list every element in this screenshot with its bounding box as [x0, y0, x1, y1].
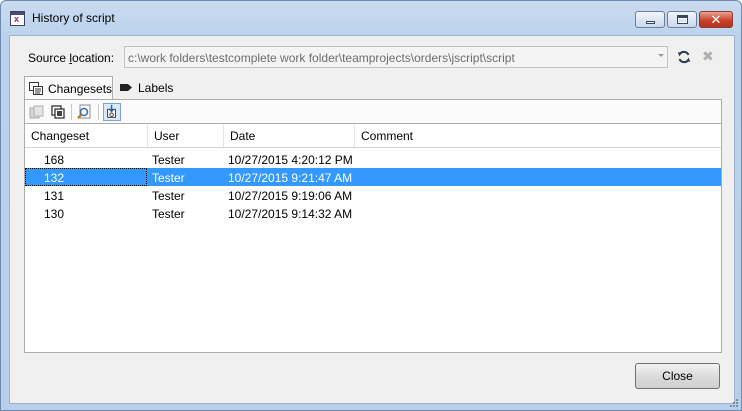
tab-changesets[interactable]: Changesets: [24, 76, 113, 100]
changesets-icon: [29, 82, 43, 95]
close-button[interactable]: Close: [635, 363, 720, 389]
cell-user: Tester: [152, 153, 185, 167]
source-location-value: c:\work folders\testcomplete work folder…: [128, 51, 515, 65]
table-row[interactable]: 131 Tester 10/27/2015 9:19:06 AM: [25, 186, 721, 204]
dialog-client-area: Source location: c:\work folders\testcom…: [9, 35, 735, 404]
clear-icon[interactable]: ✖: [702, 49, 714, 63]
app-icon: [10, 11, 25, 26]
tab-labels-label: Labels: [138, 81, 174, 95]
refresh-icon[interactable]: [677, 50, 691, 64]
close-icon: ✕: [710, 12, 722, 27]
maximize-button[interactable]: [667, 11, 697, 28]
history-dialog: History of script ✕ Source location: c:\…: [0, 0, 742, 411]
compare-icon[interactable]: [28, 103, 46, 121]
cell-changeset: 168: [44, 153, 65, 167]
cell-user: Tester: [152, 189, 185, 203]
cell-date: 10/27/2015 9:21:47 AM: [228, 171, 353, 185]
cell-date: 10/27/2015 4:20:12 PM: [228, 153, 353, 167]
table-row-selected[interactable]: 132 Tester 10/27/2015 9:21:47 AM: [25, 168, 721, 186]
column-header-comment[interactable]: Comment: [355, 124, 721, 147]
resize-grip-icon[interactable]: [729, 398, 739, 408]
cell-changeset: 131: [44, 189, 65, 203]
source-label-rest: ocation:: [72, 51, 115, 65]
grid-header: Changeset User Date Comment: [25, 124, 721, 148]
table-row[interactable]: 130 Tester 10/27/2015 9:14:32 AM: [25, 204, 721, 222]
cell-date: 10/27/2015 9:14:32 AM: [228, 207, 353, 221]
chevron-down-icon[interactable]: [658, 54, 664, 57]
column-header-date[interactable]: Date: [224, 124, 355, 147]
changesets-grid[interactable]: Changeset User Date Comment 168 Tester 1…: [24, 123, 722, 353]
cell-changeset: 130: [44, 207, 65, 221]
minimize-button[interactable]: [635, 11, 665, 28]
tab-labels[interactable]: Labels: [115, 76, 177, 100]
column-header-user[interactable]: User: [148, 124, 224, 147]
label-tag-icon: [120, 84, 132, 91]
cell-user: Tester: [152, 171, 185, 185]
toolbar-separator: [71, 104, 72, 120]
cell-user: Tester: [152, 207, 185, 221]
find-icon[interactable]: [76, 103, 94, 121]
minimize-icon: [646, 21, 655, 24]
tab-changesets-label: Changesets: [48, 82, 113, 96]
cell-changeset: 132: [44, 171, 65, 185]
toolbar: [24, 99, 722, 123]
toolbar-separator: [98, 104, 99, 120]
source-location-label: Source location:: [28, 51, 114, 65]
maximize-icon: [677, 15, 688, 24]
source-label-prefix: Source: [28, 51, 70, 65]
source-location-combobox[interactable]: c:\work folders\testcomplete work folder…: [124, 46, 668, 68]
title-bar[interactable]: History of script ✕: [1, 1, 741, 35]
table-row[interactable]: 168 Tester 10/27/2015 4:20:12 PM: [25, 150, 721, 168]
column-header-changeset[interactable]: Changeset: [25, 124, 148, 147]
window-title: History of script: [32, 11, 115, 25]
view-changeset-icon[interactable]: [49, 103, 67, 121]
get-version-icon[interactable]: [103, 103, 121, 121]
close-window-button[interactable]: ✕: [699, 11, 733, 28]
cell-date: 10/27/2015 9:19:06 AM: [228, 189, 353, 203]
